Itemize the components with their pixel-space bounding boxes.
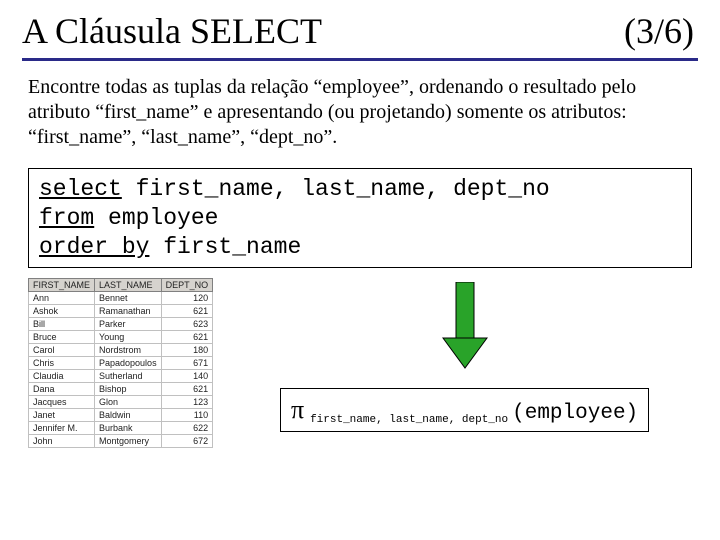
table-cell: Claudia [29, 370, 95, 383]
table-row: AnnBennet120 [29, 292, 213, 305]
table-cell: Dana [29, 383, 95, 396]
table-cell: John [29, 435, 95, 448]
table-cell: Ann [29, 292, 95, 305]
sql-line-orderby: order by first_name [39, 233, 681, 262]
table-cell: Papadopoulos [95, 357, 162, 370]
table-cell: Carol [29, 344, 95, 357]
pi-symbol: π [291, 395, 304, 425]
sql-line-select: select first_name, last_name, dept_no [39, 175, 681, 204]
sql-from-relation: employee [94, 205, 218, 231]
table-cell: Jennifer M. [29, 422, 95, 435]
table-cell: Nordstrom [95, 344, 162, 357]
sql-keyword-select: select [39, 176, 122, 202]
table-row: BruceYoung621 [29, 331, 213, 344]
table-cell: Ramanathan [95, 305, 162, 318]
bottom-area: FIRST_NAMELAST_NAMEDEPT_NO AnnBennet120A… [28, 278, 692, 448]
table-cell: 622 [161, 422, 213, 435]
table-cell: Bennet [95, 292, 162, 305]
table-row: JacquesGlon123 [29, 396, 213, 409]
table-row: JohnMontgomery672 [29, 435, 213, 448]
table-row: ChrisPapadopoulos671 [29, 357, 213, 370]
table-cell: 123 [161, 396, 213, 409]
table-cell: Ashok [29, 305, 95, 318]
table-header-cell: FIRST_NAME [29, 279, 95, 292]
table-cell: Bishop [95, 383, 162, 396]
right-block: π first_name, last_name, dept_no (employ… [237, 278, 692, 432]
table-cell: Sutherland [95, 370, 162, 383]
table-header-cell: LAST_NAME [95, 279, 162, 292]
table-cell: 621 [161, 305, 213, 318]
table-cell: 180 [161, 344, 213, 357]
table-cell: Bruce [29, 331, 95, 344]
table-cell: 671 [161, 357, 213, 370]
pi-subscript: first_name, last_name, dept_no [310, 414, 508, 426]
slide-title: A Cláusula SELECT [22, 10, 322, 52]
slide-pager: (3/6) [624, 10, 694, 52]
result-table: FIRST_NAMELAST_NAMEDEPT_NO AnnBennet120A… [28, 278, 213, 448]
table-cell: 621 [161, 331, 213, 344]
table-cell: Jacques [29, 396, 95, 409]
table-cell: Montgomery [95, 435, 162, 448]
table-cell: Young [95, 331, 162, 344]
table-row: JanetBaldwin110 [29, 409, 213, 422]
pi-relation: (employee) [512, 402, 638, 425]
table-cell: 140 [161, 370, 213, 383]
sql-code-box: select first_name, last_name, dept_no fr… [28, 168, 692, 268]
table-row: DanaBishop621 [29, 383, 213, 396]
table-header-cell: DEPT_NO [161, 279, 213, 292]
arrow-down-icon [439, 282, 491, 372]
table-cell: Parker [95, 318, 162, 331]
table-cell: 623 [161, 318, 213, 331]
slide-description: Encontre todas as tuplas da relação “emp… [28, 75, 692, 150]
table-cell: Glon [95, 396, 162, 409]
table-cell: Janet [29, 409, 95, 422]
table-cell: 110 [161, 409, 213, 422]
sql-keyword-from: from [39, 205, 94, 231]
table-cell: 120 [161, 292, 213, 305]
slide-header: A Cláusula SELECT (3/6) [22, 10, 698, 61]
table-row: AshokRamanathan621 [29, 305, 213, 318]
table-row: CarolNordstrom180 [29, 344, 213, 357]
table-row: BillParker623 [29, 318, 213, 331]
table-cell: Chris [29, 357, 95, 370]
table-cell: Burbank [95, 422, 162, 435]
table-cell: 672 [161, 435, 213, 448]
sql-select-columns: first_name, last_name, dept_no [122, 176, 550, 202]
table-cell: 621 [161, 383, 213, 396]
sql-keyword-orderby: order by [39, 234, 149, 260]
table-row: ClaudiaSutherland140 [29, 370, 213, 383]
sql-orderby-column: first_name [149, 234, 301, 260]
table-cell: Bill [29, 318, 95, 331]
relational-algebra-box: π first_name, last_name, dept_no (employ… [280, 388, 649, 432]
table-row: Jennifer M.Burbank622 [29, 422, 213, 435]
sql-line-from: from employee [39, 204, 681, 233]
table-cell: Baldwin [95, 409, 162, 422]
